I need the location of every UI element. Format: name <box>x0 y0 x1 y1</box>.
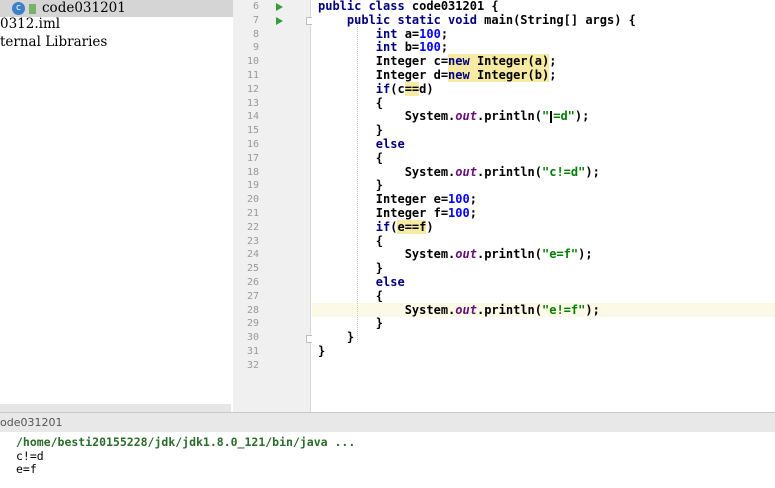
code-line: if(c==d) <box>375 81 434 96</box>
code-line: public class code031201 { <box>318 0 499 13</box>
line-number: 10 <box>246 56 259 68</box>
line-number: 25 <box>246 263 259 275</box>
code-line: Integer c=new Integer(a); <box>318 54 557 69</box>
code-line: System.out.println(" =d"); <box>318 109 590 124</box>
code-line: if(e==f) <box>375 219 434 234</box>
line-number: 8 <box>252 28 259 40</box>
line-number: 9 <box>252 42 259 54</box>
code-line: { <box>318 233 384 248</box>
project-item-label: ternal Libraries <box>0 34 108 50</box>
code-line: else <box>375 137 405 151</box>
project-item-label: 0312.iml <box>0 16 61 32</box>
line-number: 16 <box>246 139 259 150</box>
code-line: System.out.println("c!=d"); <box>318 164 600 179</box>
source-file-icon <box>29 3 36 14</box>
run-console[interactable]: /home/besti20155228/jdk/jdk1.8.0_121/bin… <box>0 432 775 488</box>
line-number: 31 <box>246 346 259 357</box>
line-number: 27 <box>246 290 259 302</box>
line-number: 6 <box>252 1 259 12</box>
code-line: } <box>318 261 384 276</box>
code-line: } <box>318 316 384 331</box>
project-item-class[interactable]: c code031201 <box>0 0 233 17</box>
line-number: 14 <box>246 111 259 123</box>
code-line: else <box>375 275 405 289</box>
run-panel-header[interactable]: ode031201 <box>0 412 775 432</box>
code-line: System.out.println("e=f"); <box>318 247 593 262</box>
line-number: 26 <box>246 277 259 288</box>
project-item-label: code031201 <box>42 0 126 16</box>
code-line: } <box>318 178 384 193</box>
line-number: 19 <box>246 180 259 192</box>
line-number: 20 <box>246 194 259 206</box>
horizontal-scrollbar[interactable] <box>0 404 231 412</box>
line-number: 7 <box>252 14 259 26</box>
line-number: 24 <box>246 249 259 261</box>
code-line: { <box>318 288 384 303</box>
console-output-line: e=f <box>16 462 37 476</box>
line-number: 15 <box>246 125 259 137</box>
class-icon: c <box>12 2 25 15</box>
code-line: System.out.println("e!=f"); <box>318 302 600 317</box>
line-number: 28 <box>246 304 259 316</box>
line-number: 11 <box>246 70 259 81</box>
code-line: Integer f=100; <box>318 206 477 220</box>
code-line: Integer e=100; <box>318 192 477 207</box>
line-number: 22 <box>246 221 259 233</box>
run-main-icon[interactable] <box>276 17 283 25</box>
code-line: { <box>318 95 384 110</box>
line-number: 18 <box>246 166 259 178</box>
line-number: 30 <box>246 332 259 344</box>
line-number: 29 <box>246 318 259 330</box>
code-line: Integer d=new Integer(b); <box>318 68 557 82</box>
line-number: 23 <box>246 235 259 247</box>
code-line: int b=100; <box>375 40 449 55</box>
console-command: /home/besti20155228/jdk/jdk1.8.0_121/bin… <box>16 435 356 449</box>
project-item-iml[interactable]: 0312.iml <box>0 16 60 33</box>
line-number: 12 <box>246 83 259 95</box>
run-configuration-tab[interactable]: ode031201 <box>0 416 62 429</box>
code-editor[interactable]: public class code031201 { public static … <box>312 0 775 412</box>
code-line: } <box>318 330 355 345</box>
editor-gutter: 6 7 8 9 10 11 12 13 14 15 16 17 18 19 20… <box>233 0 313 412</box>
project-item-external-libraries[interactable]: ternal Libraries <box>0 34 107 51</box>
line-number: 13 <box>246 97 259 109</box>
run-class-icon[interactable] <box>276 3 283 11</box>
code-line: int a=100; <box>375 26 449 41</box>
line-number: 17 <box>246 152 259 164</box>
code-line: } <box>318 344 326 358</box>
code-line: { <box>318 150 384 165</box>
project-panel: c code031201 0312.iml ternal Libraries <box>0 0 233 412</box>
line-number: 32 <box>246 359 259 371</box>
code-line: public static void main(String[] args) { <box>346 12 636 27</box>
line-number: 21 <box>246 208 259 219</box>
code-line: } <box>318 123 384 138</box>
text-cursor <box>550 110 553 123</box>
